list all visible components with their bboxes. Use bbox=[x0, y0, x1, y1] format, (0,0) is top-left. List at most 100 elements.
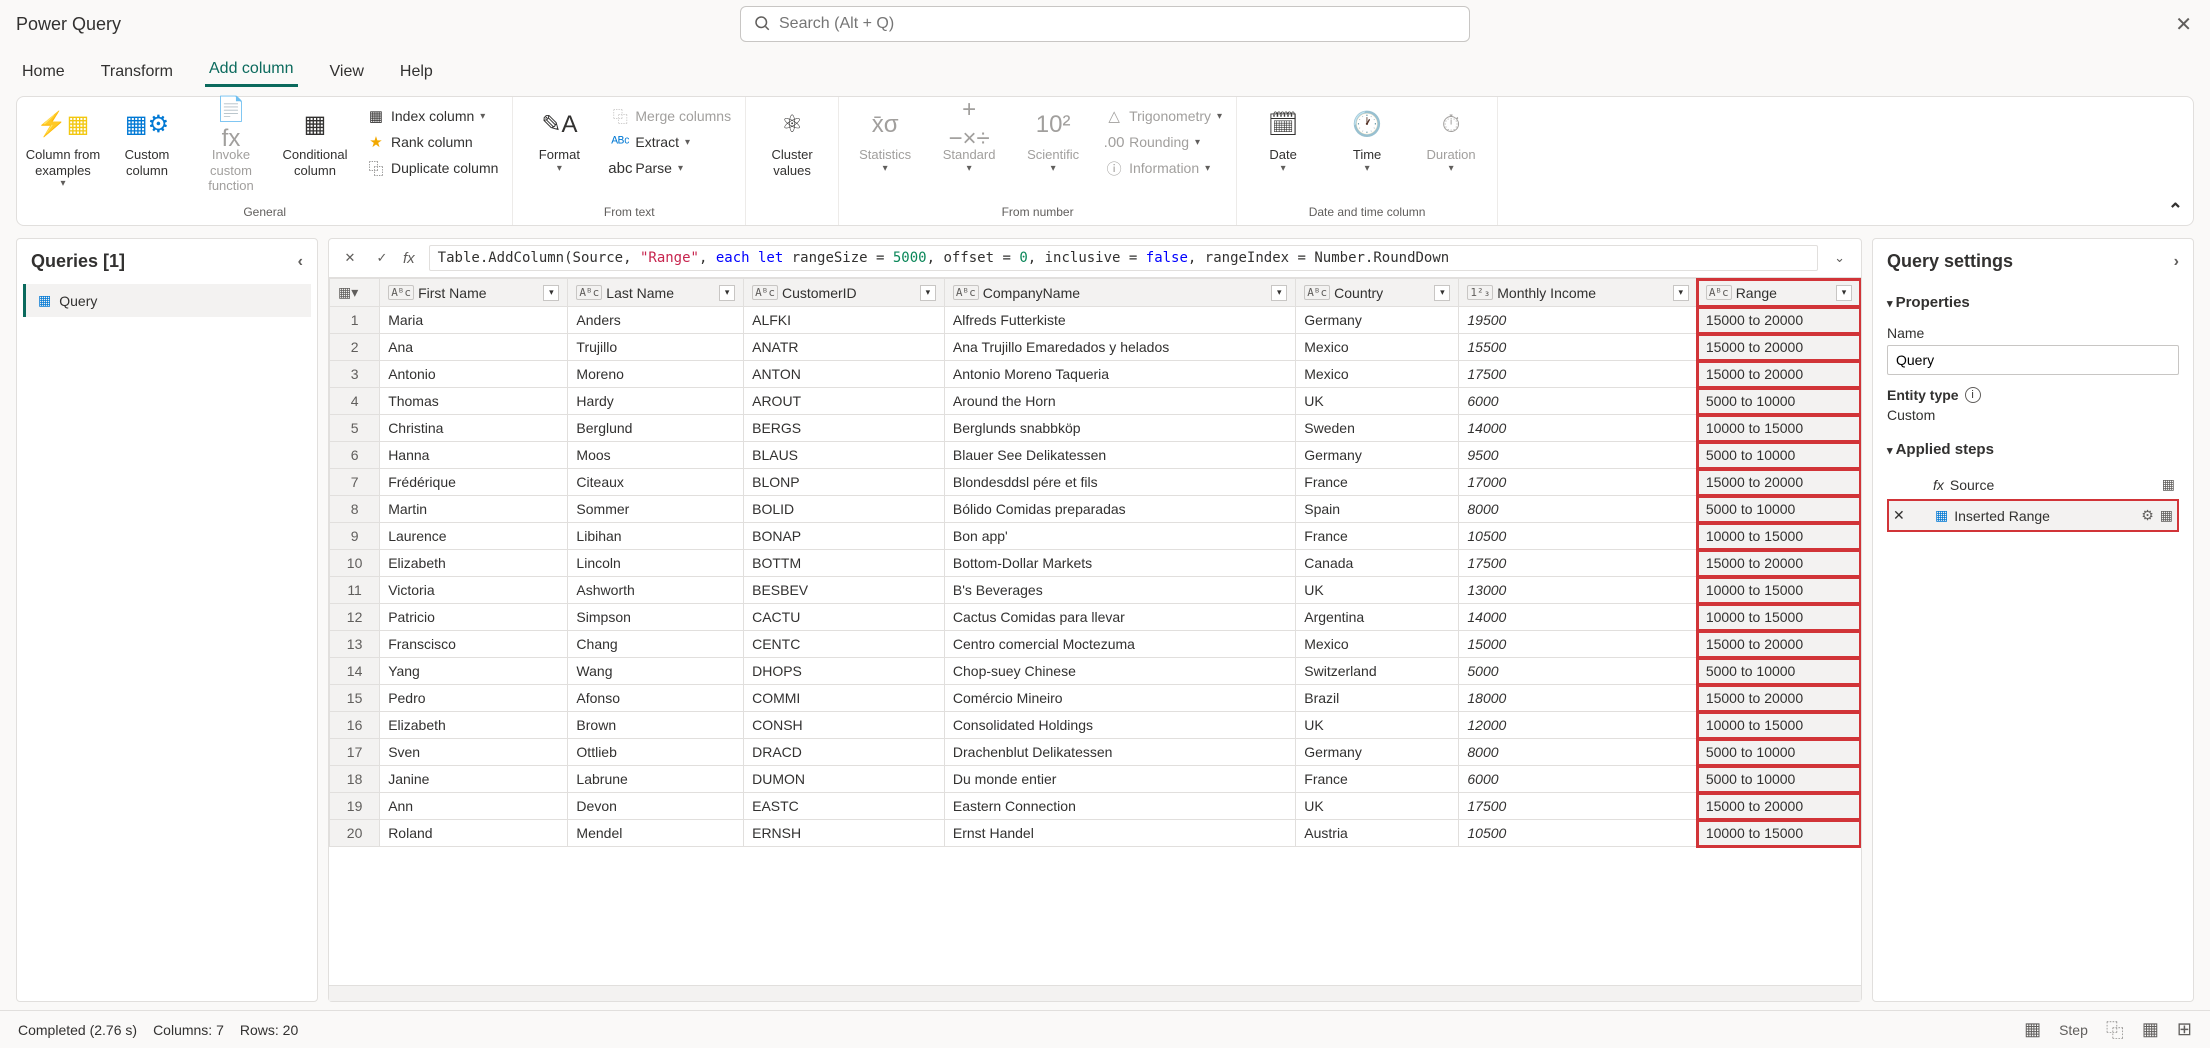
cell-customer-id[interactable]: BESBEV bbox=[744, 577, 945, 604]
col-range[interactable]: AᴮcRange▾ bbox=[1697, 279, 1860, 307]
cell-customer-id[interactable]: EASTC bbox=[744, 793, 945, 820]
row-number[interactable]: 7 bbox=[330, 469, 380, 496]
cell-first-name[interactable]: Victoria bbox=[380, 577, 568, 604]
table-row[interactable]: 9LaurenceLibihanBONAPBon app'France10500… bbox=[330, 523, 1861, 550]
cell-company[interactable]: Bon app' bbox=[944, 523, 1295, 550]
tab-home[interactable]: Home bbox=[18, 57, 69, 87]
col-dropdown[interactable]: ▾ bbox=[920, 285, 936, 301]
row-number[interactable]: 17 bbox=[330, 739, 380, 766]
query-item[interactable]: ▦ Query bbox=[23, 284, 311, 317]
applied-steps-section[interactable]: Applied steps bbox=[1887, 441, 2179, 458]
col-dropdown[interactable]: ▾ bbox=[1271, 285, 1287, 301]
cell-income[interactable]: 17000 bbox=[1459, 469, 1697, 496]
row-number[interactable]: 10 bbox=[330, 550, 380, 577]
table-row[interactable]: 3AntonioMorenoANTONAntonio Moreno Taquer… bbox=[330, 361, 1861, 388]
info-icon[interactable]: i bbox=[1965, 387, 1981, 403]
cell-company[interactable]: Du monde entier bbox=[944, 766, 1295, 793]
cell-country[interactable]: Canada bbox=[1296, 550, 1459, 577]
row-number[interactable]: 13 bbox=[330, 631, 380, 658]
col-dropdown[interactable]: ▾ bbox=[1836, 285, 1852, 301]
cell-first-name[interactable]: Ana bbox=[380, 334, 568, 361]
cell-range[interactable]: 15000 to 20000 bbox=[1697, 307, 1860, 334]
step-delete-icon[interactable]: ✕ bbox=[1893, 507, 1905, 524]
duplicate-column-button[interactable]: ⿻Duplicate column bbox=[359, 157, 506, 179]
cell-last-name[interactable]: Anders bbox=[568, 307, 744, 334]
cell-last-name[interactable]: Ottlieb bbox=[568, 739, 744, 766]
cell-first-name[interactable]: Laurence bbox=[380, 523, 568, 550]
table-row[interactable]: 14YangWangDHOPSChop-suey ChineseSwitzerl… bbox=[330, 658, 1861, 685]
grid-view-icon[interactable]: ▦ bbox=[2142, 1019, 2159, 1040]
cell-first-name[interactable]: Pedro bbox=[380, 685, 568, 712]
cell-income[interactable]: 14000 bbox=[1459, 604, 1697, 631]
index-column-button[interactable]: ▦Index column bbox=[359, 105, 506, 127]
cell-company[interactable]: Blauer See Delikatessen bbox=[944, 442, 1295, 469]
table-row[interactable]: 13FransciscoChangCENTCCentro comercial M… bbox=[330, 631, 1861, 658]
parse-button[interactable]: abcParse bbox=[603, 157, 739, 179]
cell-range[interactable]: 5000 to 10000 bbox=[1697, 442, 1860, 469]
cell-country[interactable]: Mexico bbox=[1296, 334, 1459, 361]
cell-first-name[interactable]: Elizabeth bbox=[380, 712, 568, 739]
tab-view[interactable]: View bbox=[326, 57, 368, 87]
cell-last-name[interactable]: Hardy bbox=[568, 388, 744, 415]
cell-range[interactable]: 5000 to 10000 bbox=[1697, 388, 1860, 415]
cell-country[interactable]: France bbox=[1296, 469, 1459, 496]
cell-country[interactable]: Mexico bbox=[1296, 631, 1459, 658]
cell-customer-id[interactable]: DHOPS bbox=[744, 658, 945, 685]
settings-collapse-button[interactable]: › bbox=[2174, 253, 2179, 271]
cell-customer-id[interactable]: DRACD bbox=[744, 739, 945, 766]
cell-last-name[interactable]: Devon bbox=[568, 793, 744, 820]
cell-country[interactable]: Brazil bbox=[1296, 685, 1459, 712]
table-row[interactable]: 19AnnDevonEASTCEastern ConnectionUK17500… bbox=[330, 793, 1861, 820]
cell-last-name[interactable]: Trujillo bbox=[568, 334, 744, 361]
cell-income[interactable]: 17500 bbox=[1459, 550, 1697, 577]
tab-transform[interactable]: Transform bbox=[97, 57, 177, 87]
cell-range[interactable]: 15000 to 20000 bbox=[1697, 361, 1860, 388]
cell-last-name[interactable]: Wang bbox=[568, 658, 744, 685]
cell-country[interactable]: UK bbox=[1296, 388, 1459, 415]
cell-customer-id[interactable]: COMMI bbox=[744, 685, 945, 712]
cell-customer-id[interactable]: ANATR bbox=[744, 334, 945, 361]
cell-country[interactable]: Germany bbox=[1296, 307, 1459, 334]
step-source[interactable]: fx Source ▦ bbox=[1887, 470, 2179, 499]
cell-company[interactable]: Ana Trujillo Emaredados y helados bbox=[944, 334, 1295, 361]
table-row[interactable]: 4ThomasHardyAROUTAround the HornUK600050… bbox=[330, 388, 1861, 415]
cell-range[interactable]: 5000 to 10000 bbox=[1697, 496, 1860, 523]
search-input[interactable] bbox=[779, 15, 1457, 33]
formula-expand-button[interactable]: ⌄ bbox=[1828, 250, 1851, 266]
cell-range[interactable]: 15000 to 20000 bbox=[1697, 631, 1860, 658]
properties-section[interactable]: Properties bbox=[1887, 294, 2179, 311]
cell-range[interactable]: 15000 to 20000 bbox=[1697, 334, 1860, 361]
row-number[interactable]: 5 bbox=[330, 415, 380, 442]
cell-range[interactable]: 10000 to 15000 bbox=[1697, 577, 1860, 604]
cell-range[interactable]: 10000 to 15000 bbox=[1697, 820, 1860, 847]
cell-country[interactable]: UK bbox=[1296, 577, 1459, 604]
cell-last-name[interactable]: Libihan bbox=[568, 523, 744, 550]
cell-first-name[interactable]: Maria bbox=[380, 307, 568, 334]
cell-company[interactable]: Cactus Comidas para llevar bbox=[944, 604, 1295, 631]
cell-customer-id[interactable]: ALFKI bbox=[744, 307, 945, 334]
custom-column-button[interactable]: ▦⚙ Custom column bbox=[107, 103, 187, 182]
cell-first-name[interactable]: Martin bbox=[380, 496, 568, 523]
row-number[interactable]: 18 bbox=[330, 766, 380, 793]
tab-help[interactable]: Help bbox=[396, 57, 437, 87]
cell-country[interactable]: France bbox=[1296, 766, 1459, 793]
cell-income[interactable]: 6000 bbox=[1459, 766, 1697, 793]
table-row[interactable]: 7FrédériqueCiteauxBLONPBlondesddsl pére … bbox=[330, 469, 1861, 496]
date-button[interactable]: 🗓 Date bbox=[1243, 103, 1323, 179]
row-number[interactable]: 6 bbox=[330, 442, 380, 469]
table-row[interactable]: 16ElizabethBrownCONSHConsolidated Holdin… bbox=[330, 712, 1861, 739]
cell-first-name[interactable]: Frédérique bbox=[380, 469, 568, 496]
cell-country[interactable]: Sweden bbox=[1296, 415, 1459, 442]
col-country[interactable]: AᴮcCountry▾ bbox=[1296, 279, 1459, 307]
cell-customer-id[interactable]: ERNSH bbox=[744, 820, 945, 847]
cell-first-name[interactable]: Franscisco bbox=[380, 631, 568, 658]
cell-last-name[interactable]: Labrune bbox=[568, 766, 744, 793]
table-row[interactable]: 15PedroAfonsoCOMMIComércio MineiroBrazil… bbox=[330, 685, 1861, 712]
ribbon-collapse-button[interactable]: ⌃ bbox=[2168, 200, 2183, 221]
cell-first-name[interactable]: Sven bbox=[380, 739, 568, 766]
cell-income[interactable]: 6000 bbox=[1459, 388, 1697, 415]
col-dropdown[interactable]: ▾ bbox=[1434, 285, 1450, 301]
row-number[interactable]: 19 bbox=[330, 793, 380, 820]
cell-last-name[interactable]: Chang bbox=[568, 631, 744, 658]
row-number[interactable]: 15 bbox=[330, 685, 380, 712]
